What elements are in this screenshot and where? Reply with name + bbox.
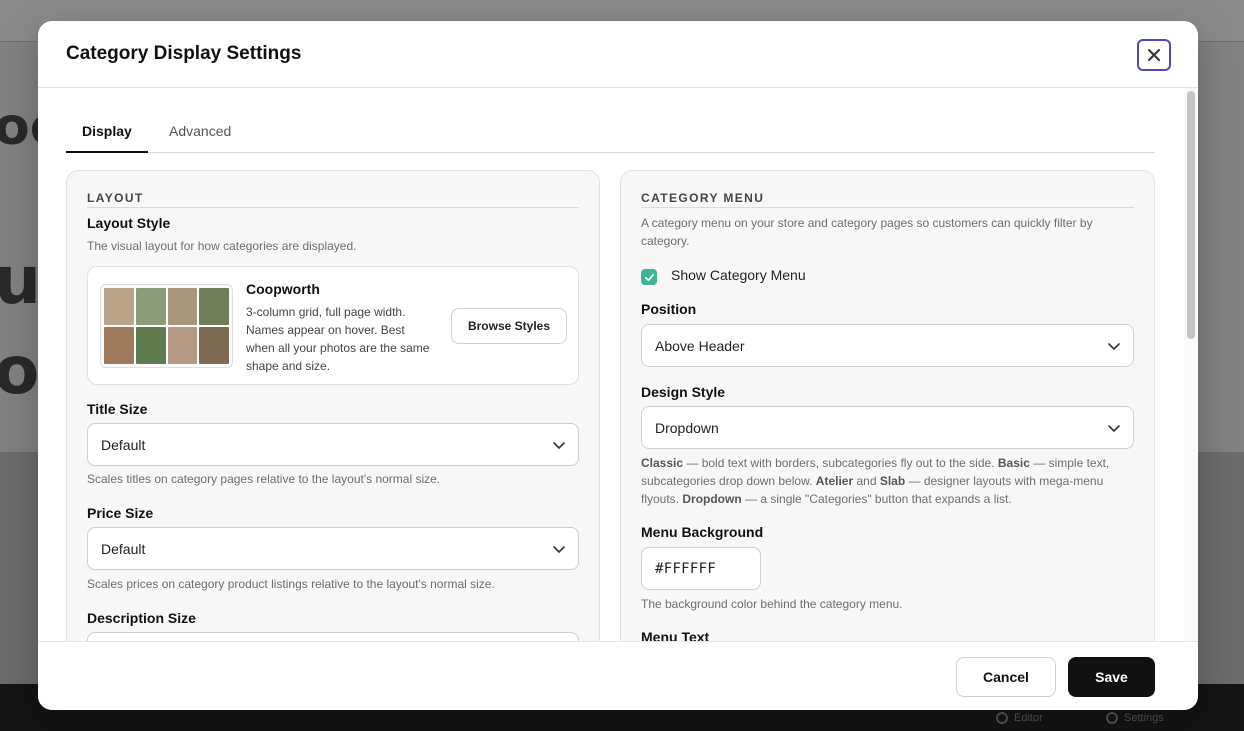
dropdown-description: — a single "Categories" button that expa… [741,492,1012,506]
modal-scrollbar[interactable] [1184,88,1198,641]
modal-header: Category Display Settings [38,21,1198,88]
menu-background-label: Menu Background [641,524,764,540]
modal-footer: Cancel Save [38,641,1198,710]
position-value: Above Header [655,337,745,354]
settings-tabs: Display Advanced [66,111,1155,153]
classic-description: — bold text with borders, subcategories … [683,456,998,470]
and-text: and [853,474,880,488]
slab-term: Slab [879,474,906,488]
design-style-help: Classic — bold text with borders, subcat… [641,454,1134,508]
description-size-select[interactable] [87,632,579,641]
menu-background-color-input[interactable]: #FFFFFF [641,547,761,590]
tab-advanced[interactable]: Advanced [153,123,247,153]
layout-style-label: Layout Style [87,215,171,231]
layout-section-label: LAYOUT [87,191,144,205]
title-size-label: Title Size [87,401,148,417]
close-icon [1148,49,1160,61]
position-select[interactable]: Above Header [641,324,1134,367]
category-menu-help: A category menu on your store and catego… [641,216,1093,248]
close-button[interactable] [1137,39,1171,71]
category-display-settings-modal: Category Display Settings Display Advanc… [38,21,1198,710]
chevron-down-icon [553,442,565,449]
design-style-select[interactable]: Dropdown [641,406,1134,449]
design-style-label: Design Style [641,384,726,400]
cancel-button[interactable]: Cancel [956,657,1056,697]
price-size-label: Price Size [87,505,154,521]
background-settings-label: Settings [1124,712,1164,724]
price-size-value: Default [101,540,146,557]
settings-icon [1106,712,1118,724]
chevron-down-icon [1108,343,1120,350]
show-category-menu-label[interactable]: Show Category Menu [671,267,806,283]
browse-styles-button[interactable]: Browse Styles [451,308,567,344]
save-button[interactable]: Save [1068,657,1155,697]
design-style-value: Dropdown [655,419,719,436]
background-heading-fragment: o [0,332,40,409]
category-menu-card: CATEGORY MENU A category menu on your st… [620,170,1155,641]
atelier-term: Atelier [815,474,854,488]
price-size-select[interactable]: Default [87,527,579,570]
editor-icon [996,712,1008,724]
layout-style-help: The visual layout for how categories are… [87,239,357,253]
title-size-select[interactable]: Default [87,423,579,466]
dropdown-term: Dropdown [682,492,742,506]
show-category-menu-checkbox[interactable] [641,269,657,285]
scrollbar-thumb[interactable] [1187,91,1195,339]
position-label: Position [641,301,697,317]
price-size-help: Scales prices on category product listin… [87,577,495,591]
title-size-value: Default [101,436,146,453]
modal-title: Category Display Settings [66,43,302,64]
menu-text-label: Menu Text [641,629,710,641]
title-size-help: Scales titles on category pages relative… [87,472,441,486]
category-menu-section-label: CATEGORY MENU [641,191,765,205]
layout-style-thumbnail [100,284,233,368]
modal-body: Display Advanced LAYOUT Layout Style The… [38,88,1198,641]
chevron-down-icon [1108,425,1120,432]
layout-card: LAYOUT Layout Style The visual layout fo… [66,170,600,641]
background-heading-fragment: u [0,242,41,319]
tab-display[interactable]: Display [66,123,148,153]
selected-layout-style: Coopworth 3-column grid, full page width… [87,266,579,385]
layout-style-name: Coopworth [246,281,320,297]
section-divider [641,207,1134,208]
classic-term: Classic [641,456,684,470]
chevron-down-icon [553,546,565,553]
description-size-label: Description Size [87,610,196,626]
section-divider [87,207,579,208]
check-icon [644,273,654,281]
menu-background-help: The background color behind the category… [641,597,903,611]
background-editor-link: Editor [996,712,1043,724]
background-editor-label: Editor [1014,712,1043,724]
basic-term: Basic [997,456,1030,470]
background-settings-link: Settings [1106,712,1164,724]
layout-style-description: 3-column grid, full page width. Names ap… [246,305,430,373]
